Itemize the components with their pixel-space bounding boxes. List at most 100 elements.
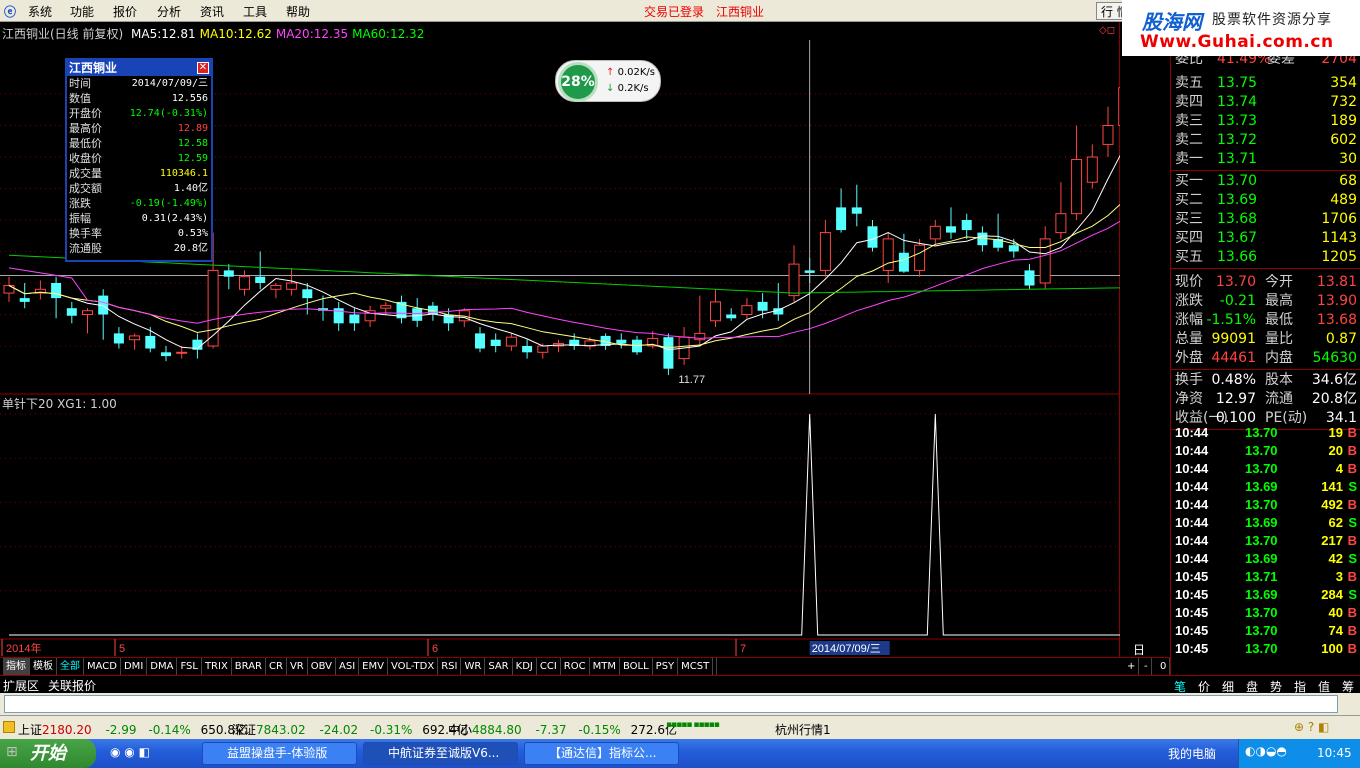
row-value: 12.58: [177, 138, 208, 149]
indicator-tab[interactable]: FSL: [177, 658, 202, 675]
quicklaunch-icons[interactable]: ◉ ◉ ◧: [110, 745, 150, 759]
indicator-tab[interactable]: DMI: [121, 658, 148, 675]
indicator-tab[interactable]: RSI: [438, 658, 462, 675]
indicator-tab[interactable]: MTM: [590, 658, 620, 675]
indicator-tab[interactable]: CR: [266, 658, 287, 675]
reset-button[interactable]: 0: [1157, 658, 1171, 675]
menu-analysis[interactable]: 分析: [157, 3, 181, 20]
command-bar: [0, 693, 1360, 715]
menu-system[interactable]: 系统: [28, 3, 52, 20]
indicator-tab[interactable]: 指标: [3, 658, 30, 675]
row-value: 0.31(2.43%): [141, 213, 208, 224]
indicator-tab[interactable]: KDJ: [513, 658, 537, 675]
indicator-tab[interactable]: MCST: [678, 658, 714, 675]
indicator-tab[interactable]: VOL-TDX: [388, 658, 439, 675]
system-tray: ◐◑◒◓ 10:45: [1238, 739, 1360, 768]
bid-level[interactable]: 买四 13.67 1143: [1171, 229, 1360, 248]
kline-chart-area[interactable]: 14.0013.7513.5013.2513.0012.7512.5012.25…: [0, 22, 1145, 674]
indicator-tab[interactable]: 模板: [30, 658, 57, 675]
bid-level[interactable]: 买五 13.66 1205: [1171, 248, 1360, 267]
candle-up: [380, 305, 392, 309]
candle-down: [1024, 270, 1035, 286]
candle-down: [145, 335, 156, 349]
row-label: 涨跌: [69, 197, 91, 210]
candle-down: [836, 207, 847, 231]
download-speed: 0.2K/s: [617, 83, 649, 94]
indicator-tab[interactable]: 全部: [57, 658, 84, 675]
bid-level[interactable]: 买二 13.69 489: [1171, 191, 1360, 210]
data-window-row: 最低价 12.58: [67, 136, 211, 151]
chart-corner-icons[interactable]: ◇◻: [1099, 25, 1115, 36]
data-window[interactable]: 江西铜业 ✕ 时间 2014/07/09/三 数值 12.556 开盘价 12.74(-0…: [65, 58, 213, 262]
indicator-tab[interactable]: SAR: [485, 658, 513, 675]
candle-down: [490, 339, 501, 346]
indicator-tab[interactable]: VR: [287, 658, 308, 675]
tab-related-quote[interactable]: 关联报价: [48, 677, 96, 694]
candle-down: [412, 308, 423, 321]
candle-up: [819, 232, 831, 271]
indicator-tab[interactable]: WR: [461, 658, 486, 675]
sz-index[interactable]: 深证7843.02 -24.02 -0.31% 692.4亿: [232, 721, 469, 738]
logo-cn: 股海网: [1142, 10, 1202, 34]
stat-row: 换手 0.48% 股本 34.6亿: [1175, 372, 1357, 388]
indicator-tab[interactable]: CCI: [537, 658, 561, 675]
indicator-tab[interactable]: ROC: [561, 658, 590, 675]
tray-icons[interactable]: ◐◑◒◓: [1245, 744, 1287, 758]
candle-up: [270, 285, 282, 290]
indicator-tab[interactable]: EMV: [359, 658, 388, 675]
ask-level[interactable]: 卖三 13.73 189: [1171, 112, 1360, 131]
chart-header: 江西铜业(日线 前复权) MA5:12.81 MA10:12.62 MA20:12.…: [2, 25, 424, 42]
tick-row: 10:44 13.70 19 B: [1175, 425, 1357, 440]
menu-tools[interactable]: 工具: [243, 3, 267, 20]
sh-index[interactable]: 上证2180.20 -2.99 -0.14% 650.8亿: [18, 721, 247, 738]
windows-logo-icon: ⊞: [6, 744, 18, 760]
status-tool-icons[interactable]: ⊕ ? ◧: [1294, 720, 1329, 734]
menu-help[interactable]: 帮助: [286, 3, 310, 20]
tab-ext-area[interactable]: 扩展区: [3, 677, 39, 694]
bid-level[interactable]: 买三 13.68 1706: [1171, 210, 1360, 229]
app-icon[interactable]: ⓔ: [4, 3, 16, 20]
close-icon[interactable]: ✕: [197, 62, 209, 74]
tick-row: 10:44 13.69 42 S: [1175, 551, 1357, 566]
tick-row: 10:45 13.71 3 B: [1175, 569, 1357, 584]
candle-down: [302, 289, 313, 299]
indicator-tab[interactable]: MACD: [84, 658, 121, 675]
tick-row: 10:44 13.70 20 B: [1175, 443, 1357, 458]
zoom-in-button[interactable]: +: [1124, 658, 1140, 675]
candle-down: [113, 333, 124, 344]
ask-level[interactable]: 卖五 13.75 354: [1171, 74, 1360, 93]
candle-down: [867, 226, 878, 248]
row-label: 振幅: [69, 212, 91, 225]
zoom-out-button[interactable]: -: [1141, 658, 1152, 675]
my-computer-label[interactable]: 我的电脑: [1168, 745, 1216, 762]
candle-up: [82, 310, 93, 316]
candle-up: [1055, 213, 1067, 234]
stat-row: 涨跌 -0.21 最高 13.90: [1175, 293, 1357, 309]
indicator-tab[interactable]: DMA: [147, 658, 178, 675]
task-tdx[interactable]: 【通达信】指标公...: [524, 742, 679, 765]
row-label: 时间: [69, 77, 91, 90]
indicator-tab[interactable]: ASI: [336, 658, 360, 675]
candle-down: [961, 220, 972, 231]
indicator-tab[interactable]: BOLL: [620, 658, 653, 675]
data-window-row: 数值 12.556: [67, 91, 211, 106]
command-input[interactable]: [4, 695, 1338, 713]
indicator-tab[interactable]: BRAR: [232, 658, 266, 675]
upload-arrow-icon: ↑: [606, 67, 615, 78]
ask-level[interactable]: 卖四 13.74 732: [1171, 93, 1360, 112]
task-zhonghang[interactable]: 中航证券至诚版V6...: [363, 742, 518, 765]
menu-function[interactable]: 功能: [70, 3, 94, 20]
network-speed-widget[interactable]: 28% ↑ 0.02K/s ↓ 0.2K/s: [555, 60, 661, 102]
menu-quote[interactable]: 报价: [113, 3, 137, 20]
menu-info[interactable]: 资讯: [200, 3, 224, 20]
indicator-tab[interactable]: PSY: [653, 658, 679, 675]
indicator-tab[interactable]: OBV: [308, 658, 336, 675]
task-yimeng[interactable]: 益盟操盘手-体验版: [202, 742, 357, 765]
bid-level[interactable]: 买一 13.70 68: [1171, 172, 1360, 191]
indicator-tab[interactable]: TRIX: [202, 658, 232, 675]
candle-up: [1071, 159, 1083, 215]
date-label: 7: [740, 643, 746, 655]
ask-level[interactable]: 卖一 13.71 30: [1171, 150, 1360, 169]
ask-level[interactable]: 卖二 13.72 602: [1171, 131, 1360, 150]
zx-index[interactable]: 中小4884.80 -7.37 -0.15% 272.6亿: [448, 721, 677, 738]
